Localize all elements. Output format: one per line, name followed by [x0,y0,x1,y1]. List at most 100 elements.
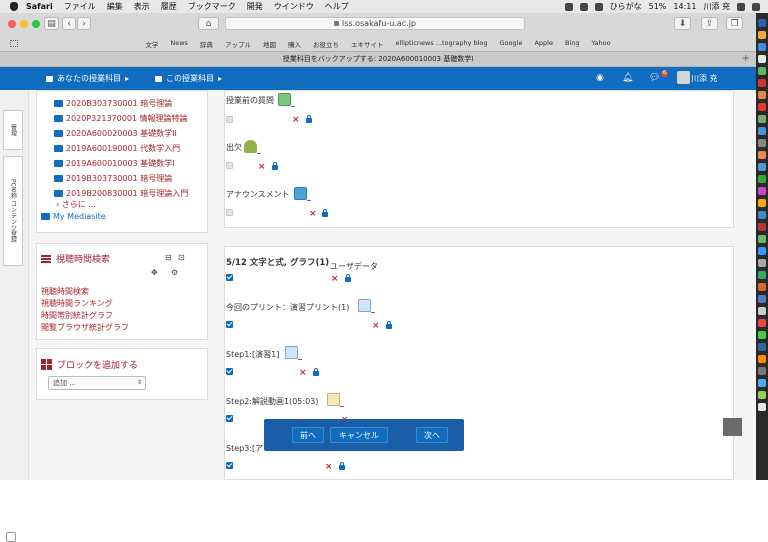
menu-view[interactable]: 表示 [134,1,150,12]
menu-bookmarks[interactable]: ブックマーク [188,1,236,12]
scroll-to-top-button[interactable] [723,418,742,436]
menu-help[interactable]: ヘルプ [325,1,349,12]
menu-window[interactable]: ウインドウ [274,1,314,12]
wifi-icon[interactable] [579,2,588,11]
home-button[interactable]: ⌂ [198,17,219,30]
dock-app-icon[interactable] [758,223,766,231]
fav-item[interactable]: Bing [565,39,580,50]
dock-app-icon[interactable] [758,211,766,219]
dock-app-icon[interactable] [758,199,766,207]
dock-app-icon[interactable] [758,319,766,327]
lifebuoy-icon[interactable]: ◉ [596,73,604,83]
course-link[interactable]: 2019B303730001 暗号理論 [54,171,188,186]
block-settings-gear-icon[interactable]: ⚙ [171,268,178,277]
dock-app-icon[interactable] [758,163,766,171]
exclude-x-icon[interactable]: × [331,275,339,284]
dock-app-icon[interactable] [758,307,766,315]
menu-develop[interactable]: 開発 [247,1,263,12]
active-tab-title[interactable]: 授業科目をバックアップする: 2020A600010003 基礎数学I [283,55,474,63]
cancel-button[interactable]: キャンセル [330,427,388,443]
new-tab-icon[interactable]: + [742,52,750,66]
forward-button[interactable]: › [77,17,91,30]
minimize-window-button[interactable] [20,20,28,28]
dock-app-icon[interactable] [758,31,766,39]
dock-app-icon[interactable] [758,331,766,339]
messages-icon[interactable]: 💬︎ [649,73,660,83]
course-link[interactable]: 2020P321370001 情報理論特論 [54,111,188,126]
dock-app-icon[interactable] [758,175,766,183]
menu-edit[interactable]: 編集 [107,1,123,12]
views-link[interactable]: 時間帯別統計グラフ [41,310,129,322]
notification-center-icon[interactable] [752,2,760,11]
fav-item[interactable]: News [170,39,188,50]
dock-app-icon[interactable] [758,91,766,99]
menu-file[interactable]: ファイル [64,1,96,12]
drawer-toggle-button[interactable] [6,532,16,542]
dropbox-icon[interactable] [564,2,573,11]
dock-app-icon[interactable] [758,19,766,27]
dock-app-icon[interactable] [758,355,766,363]
fav-item[interactable]: 地図 [263,39,276,50]
move-block-icon[interactable]: ✥ [151,268,158,277]
dock-app-icon[interactable] [758,247,766,255]
activity-checkbox[interactable] [226,162,233,169]
dock-app-icon[interactable] [758,379,766,387]
dock-app-icon[interactable] [758,115,766,123]
my-mediasite-link[interactable]: My Mediasite [41,212,106,221]
exclude-x-icon[interactable]: × [299,369,307,378]
dock-app-icon[interactable] [758,127,766,135]
fav-item[interactable]: ellipticnews ...tography blog [395,39,487,50]
menu-history[interactable]: 履歴 [161,1,177,12]
activity-checkbox[interactable] [226,321,233,328]
apple-menu-icon[interactable] [10,2,18,11]
user-menu-label[interactable]: 川添 充 [691,73,718,84]
add-block-select[interactable]: 追加 ... ⇕ [48,376,146,390]
exclude-x-icon[interactable]: × [258,163,266,172]
fav-item[interactable]: エキサイト [351,39,384,50]
drawer-tab-content-register[interactable]: PC名称 コンテンツ登録 [3,156,23,266]
course-link[interactable]: 2019A600190001 代数学入門 [54,141,188,156]
volume-icon[interactable] [594,2,603,11]
course-link[interactable]: 2020A600020003 基礎数学II [54,126,188,141]
exclude-x-icon[interactable]: × [309,210,317,219]
collapse-block-icon[interactable]: ⊟ [165,253,172,262]
input-method-label[interactable]: ひらがな [610,1,642,12]
downloads-button[interactable]: ⬇ [674,17,691,30]
dock-app-icon[interactable] [758,271,766,279]
fav-item[interactable]: Apple [534,39,553,50]
fav-item[interactable]: Google [500,39,523,50]
course-link[interactable]: 2019A600010003 基礎数学I [54,156,188,171]
fav-item[interactable]: お役立ち [313,39,339,50]
course-link[interactable]: 2020B303730001 暗号理論 [54,96,188,111]
activity-checkbox[interactable] [226,209,233,216]
fav-item[interactable]: アップル [225,39,251,50]
clock-label[interactable]: 14:11 [673,2,696,11]
prev-button[interactable]: 前へ [292,427,324,443]
fav-item[interactable]: 文学 [145,39,158,50]
share-button[interactable]: ⇪ [701,17,718,30]
dock-app-icon[interactable] [758,235,766,243]
close-window-button[interactable] [8,20,16,28]
activity-checkbox[interactable] [226,415,233,422]
dock-app-icon[interactable] [758,343,766,351]
sidebar-toggle-button[interactable]: ▤ [44,17,59,30]
dock-block-icon[interactable]: ⊡ [178,253,185,262]
fav-item[interactable]: 辞典 [200,39,213,50]
zoom-window-button[interactable] [32,20,40,28]
tabs-overview-button[interactable]: ❐ [726,17,743,30]
section-checkbox[interactable] [226,274,233,281]
spotlight-icon[interactable] [737,2,745,11]
dock-app-icon[interactable] [758,391,766,399]
activity-checkbox[interactable] [226,116,233,123]
menubar-user-label[interactable]: 川添 充 [703,1,730,12]
dock-app-icon[interactable] [758,367,766,375]
views-link[interactable]: 閲覧ブラウザ統計グラフ [41,322,129,334]
dock-app-icon[interactable] [758,79,766,87]
fav-item[interactable]: Yahoo [591,39,610,50]
activity-checkbox[interactable] [226,368,233,375]
activity-checkbox[interactable] [226,462,233,469]
views-link[interactable]: 視聴時間検索 [41,286,129,298]
dock-trash-icon[interactable] [758,403,766,411]
more-courses-link[interactable]: › さらに ... [56,199,96,210]
fav-item[interactable]: 購入 [288,39,301,50]
